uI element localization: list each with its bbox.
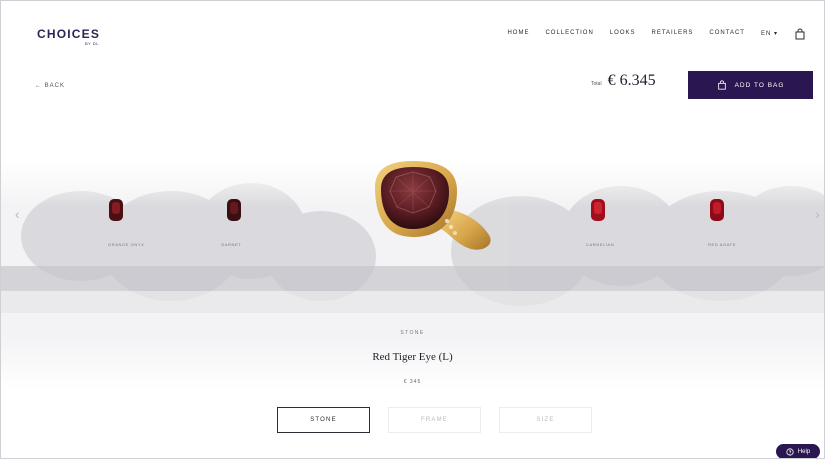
shopping-bag-icon[interactable]	[794, 27, 806, 40]
tab-stone[interactable]: STONE	[277, 407, 370, 433]
nav-retailers[interactable]: RETAILERS	[652, 30, 694, 36]
stone-thumb-2[interactable]	[225, 196, 243, 226]
stone-thumb-label-1: ORANGE ONYX	[108, 242, 145, 247]
brand-logo[interactable]: CHOICES	[37, 27, 100, 41]
help-button[interactable]: Help	[776, 444, 820, 458]
stone-thumb-5[interactable]	[708, 196, 726, 226]
total-value: € 6.345	[607, 72, 656, 89]
selection-category: STONE	[400, 330, 425, 336]
brand-sub: BY DL	[85, 41, 99, 46]
bag-icon	[717, 80, 726, 90]
tab-frame[interactable]: FRAME	[388, 407, 481, 433]
nav-collection[interactable]: COLLECTION	[545, 30, 593, 36]
gem-icon	[109, 199, 123, 221]
tab-size[interactable]: SIZE	[499, 407, 592, 433]
language-label: EN	[760, 30, 772, 37]
nav-contact[interactable]: CONTACT	[709, 30, 745, 36]
gem-icon	[591, 199, 605, 221]
gem-icon	[710, 199, 724, 221]
carousel-prev-arrow[interactable]: ‹	[15, 206, 20, 222]
stone-thumb-label-2: GARNET	[221, 242, 242, 247]
nav-home[interactable]: HOME	[507, 30, 529, 36]
help-icon	[786, 447, 794, 456]
selection-price: € 345	[403, 379, 422, 385]
stone-thumb-1[interactable]	[107, 196, 125, 226]
stone-thumb-label-4: CARNELIAN	[586, 242, 615, 247]
add-to-bag-label: ADD TO BAG	[734, 81, 785, 89]
total-label: Total	[591, 81, 602, 87]
selection-name: Red Tiger Eye (L)	[372, 351, 453, 363]
language-select[interactable]: EN ▾	[761, 30, 778, 37]
total-price: Total € 6.345	[591, 72, 656, 90]
back-link[interactable]: ← BACK	[35, 83, 65, 89]
site-header: CHOICES BY DL HOME COLLECTION LOOKS RETA…	[1, 1, 824, 71]
main-nav: HOME COLLECTION LOOKS RETAILERS CONTACT …	[507, 27, 806, 40]
chevron-down-icon: ▾	[773, 30, 778, 37]
add-to-bag-button[interactable]: ADD TO BAG	[688, 71, 813, 99]
stone-thumb-label-5: RED AGATE	[708, 242, 736, 247]
configurator-tabs: STONE FRAME SIZE	[277, 407, 592, 433]
carousel-next-arrow[interactable]: ›	[815, 206, 820, 222]
help-label: Help	[797, 448, 811, 455]
gem-icon	[227, 199, 241, 221]
stone-thumb-4[interactable]	[589, 196, 607, 226]
nav-looks[interactable]: LOOKS	[610, 30, 636, 36]
ring-image	[375, 161, 491, 250]
page-frame: CHOICES BY DL HOME COLLECTION LOOKS RETA…	[0, 0, 825, 459]
